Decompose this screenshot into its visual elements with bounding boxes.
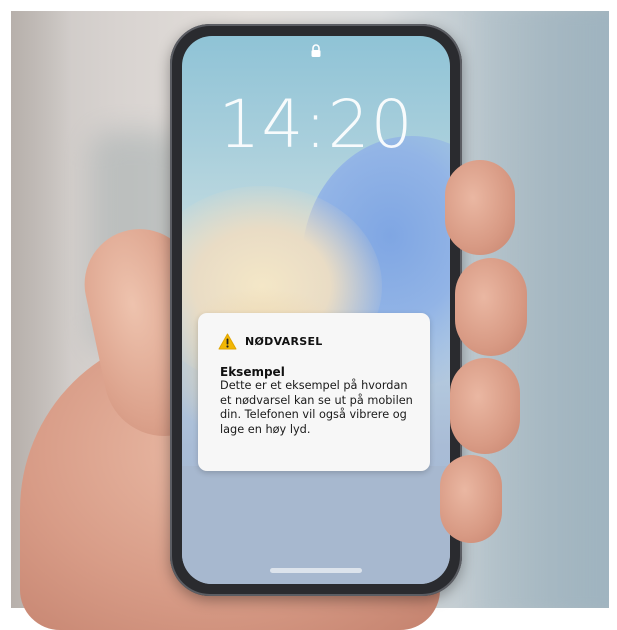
hand-finger xyxy=(445,160,515,255)
wallpaper-bottom xyxy=(182,466,450,584)
hand-finger xyxy=(450,358,520,454)
alert-category: NØDVARSEL xyxy=(245,334,323,348)
phone-frame: 14:20 xyxy=(170,24,462,596)
warning-icon xyxy=(218,333,237,349)
emergency-alert-notification[interactable]: NØDVARSEL Eksempel Dette er et eksempel … xyxy=(198,313,430,471)
alert-header: NØDVARSEL xyxy=(218,331,323,351)
lockscreen-clock: 14:20 xyxy=(218,86,414,163)
lock-icon xyxy=(311,44,321,57)
alert-title: Eksempel xyxy=(220,365,285,379)
hand-finger xyxy=(440,455,502,543)
hand-finger xyxy=(455,258,527,356)
home-indicator[interactable] xyxy=(270,568,362,573)
alert-body: Dette er et eksempel på hvordan et nødva… xyxy=(220,379,413,436)
lock-screen: 14:20 xyxy=(182,36,450,584)
